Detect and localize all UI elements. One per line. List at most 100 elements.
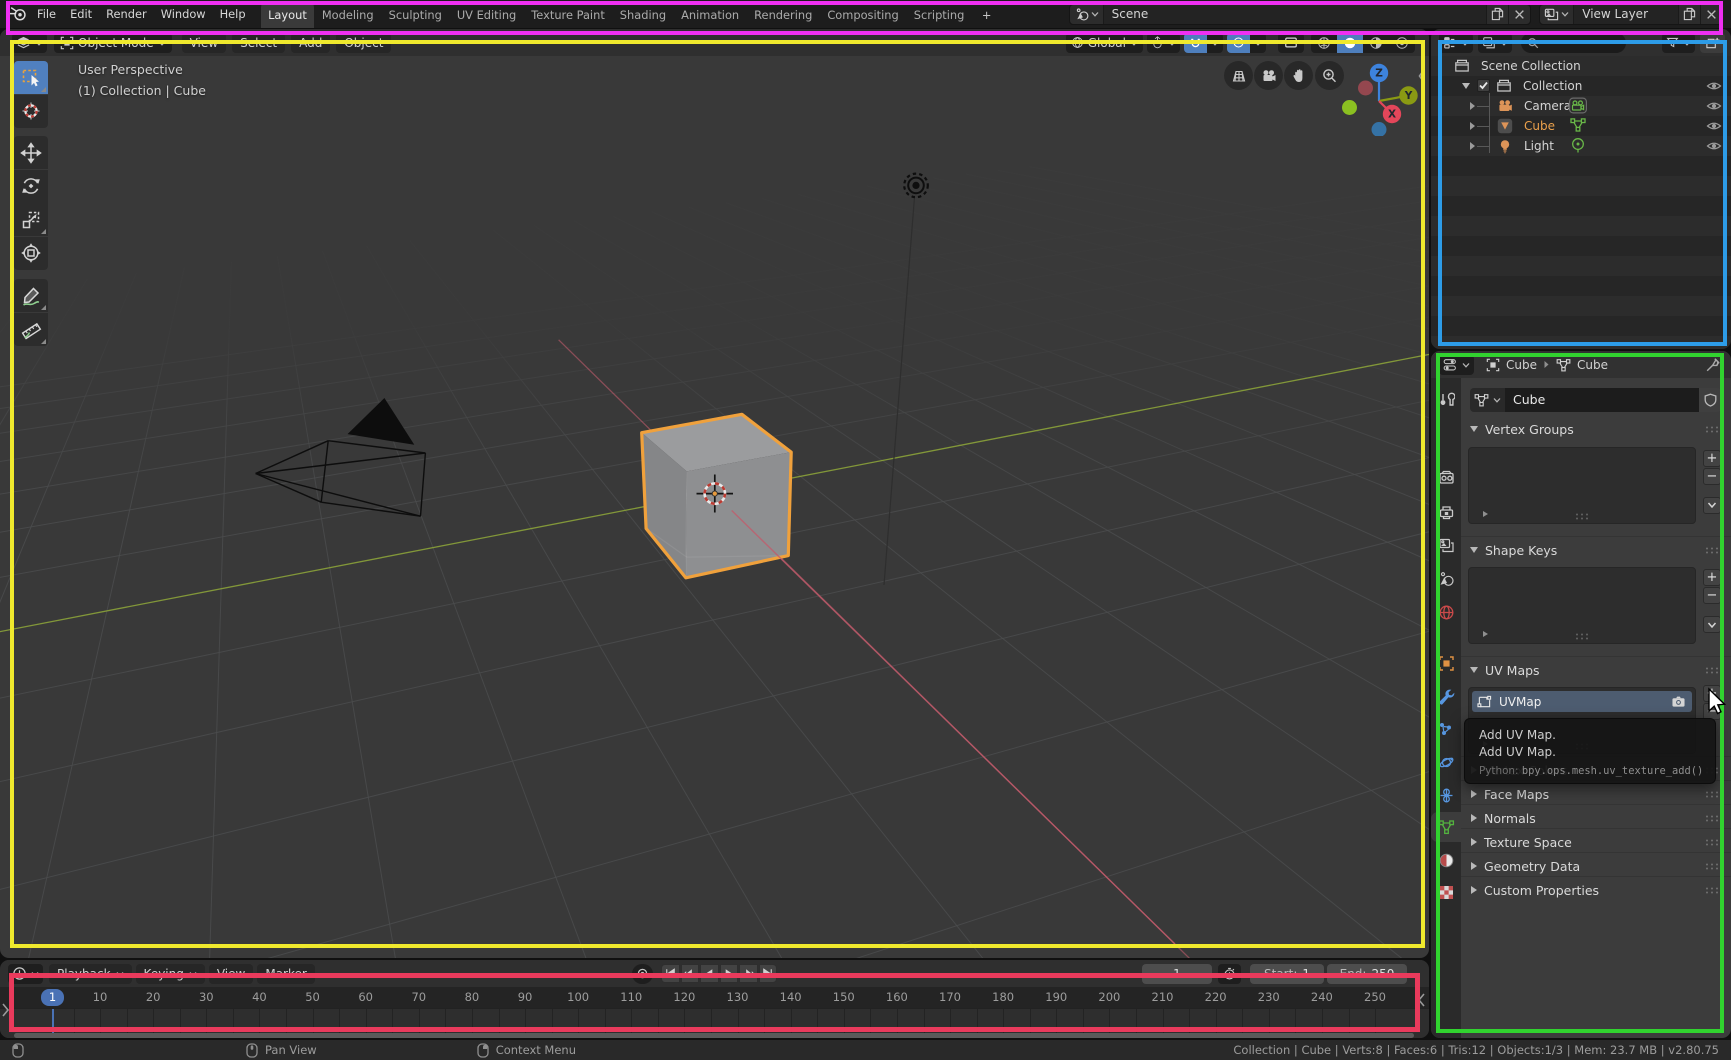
section-header-geometry-data[interactable]: Geometry Data [1467,854,1727,878]
outliner-filter-button[interactable] [1662,33,1695,53]
workspace-tab-uv-editing[interactable]: UV Editing [449,2,523,28]
outliner-item-camera[interactable]: Camera [1431,96,1731,116]
workspace-tab-texture-paint[interactable]: Texture Paint [524,2,613,28]
outliner-item-label[interactable]: Light [1524,139,1554,153]
jump-to-end-button[interactable] [759,964,778,983]
end-frame-field[interactable]: End:250 [1327,964,1407,984]
proportional-editing-toggle[interactable] [1227,33,1250,53]
tool-move-button[interactable] [14,136,48,169]
outliner-item-cube[interactable]: Cube [1431,116,1731,136]
shading-material-button[interactable] [1363,33,1389,53]
vertex-groups-remove-button[interactable]: − [1703,468,1721,485]
play-button[interactable] [720,964,739,983]
timeline-channel-area[interactable] [0,1008,1429,1038]
play-reverse-button[interactable] [700,964,719,983]
workspace-tab-rendering[interactable]: Rendering [747,2,820,28]
snap-options-button[interactable] [1207,33,1223,53]
menu-help[interactable]: Help [213,1,253,28]
section-header-texture-space[interactable]: Texture Space [1467,830,1727,854]
mesh-id-browse-button[interactable] [1470,388,1505,412]
properties-tab-data[interactable] [1431,812,1461,842]
properties-tab-modifiers[interactable] [1431,681,1461,711]
menu-window[interactable]: Window [154,1,213,28]
tool-annotate-button[interactable] [14,279,48,312]
outliner-item-light[interactable]: Light [1431,136,1731,156]
properties-tab-tool[interactable] [1431,384,1461,414]
breadcrumb-object-label[interactable]: Cube [1506,358,1537,372]
view-layer-browse-button[interactable] [1540,5,1574,24]
menu-file[interactable]: File [30,1,63,28]
shape-keys-remove-button[interactable]: − [1703,587,1721,604]
pin-icon[interactable] [1705,357,1721,373]
fake-user-shield-button[interactable] [1699,388,1721,412]
section-header-uv-maps[interactable]: UV Maps [1467,658,1727,682]
viewport-menu-add[interactable]: Add [291,33,330,53]
outliner-item-label[interactable]: Scene Collection [1481,59,1581,73]
scene-selector[interactable]: Scene [1069,4,1532,25]
sidebar-collapse-icon[interactable] [1417,65,1427,87]
properties-tab-material[interactable] [1431,845,1461,875]
snap-toggle[interactable] [1184,33,1207,53]
properties-tab-output[interactable] [1431,497,1461,527]
shape-keys-specials-button[interactable] [1703,616,1721,633]
collapse-right-icon[interactable] [1417,990,1426,1010]
visibility-eye-icon[interactable] [1706,79,1721,92]
timeline-menu-marker[interactable]: Marker [257,964,314,984]
tool-select-box-button[interactable] [14,61,48,94]
viewport-menu-object[interactable]: Object [336,33,391,53]
visibility-eye-icon[interactable] [1706,119,1721,132]
view-layer-delete-button[interactable] [1700,5,1722,24]
jump-to-next-keyframe-button[interactable] [739,964,758,983]
current-frame-field[interactable]: 1 [1142,964,1212,984]
start-frame-field[interactable]: Start:1 [1250,964,1324,984]
outliner-search-input[interactable] [1521,33,1626,53]
visibility-eye-icon[interactable] [1706,139,1721,152]
view-layer-selector[interactable]: View Layer [1539,4,1723,25]
properties-tab-world[interactable] [1431,597,1461,627]
3d-viewport[interactable]: Object Mode ViewSelectAddObject Global [0,29,1429,958]
workspace-tab-scripting[interactable]: Scripting [906,2,972,28]
proportional-options-button[interactable] [1250,33,1266,53]
show-overlays-toggle[interactable] [1278,33,1304,53]
properties-editor-type-button[interactable] [1439,355,1474,375]
section-header-custom-properties[interactable]: Custom Properties [1467,878,1727,902]
menu-render[interactable]: Render [99,1,154,28]
scene-browse-button[interactable] [1070,5,1104,24]
properties-tab-scene[interactable] [1431,564,1461,594]
toggle-grid-button[interactable] [1224,61,1253,90]
timeline-menu-keying[interactable]: Keying [136,964,205,984]
editor-type-button[interactable] [12,33,47,53]
auto-keying-toggle[interactable] [632,964,653,984]
vertex-groups-specials-button[interactable] [1703,497,1721,514]
shape-keys-add-button[interactable]: + [1703,569,1721,586]
timeline-scrollbar[interactable] [14,1033,1414,1038]
disclosure-triangle-icon[interactable] [1470,142,1475,150]
menu-edit[interactable]: Edit [63,1,99,28]
workspace-tab-modeling[interactable]: Modeling [314,2,381,28]
viewport-menu-view[interactable]: View [182,33,226,53]
properties-tab-object[interactable] [1431,648,1461,678]
outliner-item-label[interactable]: Collection [1523,79,1582,93]
outliner-item-label[interactable]: Cube [1524,119,1555,133]
tool-scale-button[interactable] [14,203,48,236]
shading-wireframe-button[interactable] [1311,33,1337,53]
properties-tab-texture[interactable] [1431,877,1461,907]
outliner-item-scene-collection[interactable]: Scene Collection [1431,56,1731,76]
section-header-vertex-groups[interactable]: Vertex Groups [1467,417,1727,441]
visibility-eye-icon[interactable] [1706,99,1721,112]
collection-checkbox[interactable] [1477,79,1490,92]
properties-tab-render[interactable] [1431,462,1461,492]
timeline-menu-playback[interactable]: Playback [49,964,132,984]
tool-transform-button[interactable] [14,237,48,270]
current-frame-indicator[interactable]: 1 [41,989,64,1006]
disclosure-triangle-icon[interactable] [1462,83,1470,89]
mode-selector[interactable]: Object Mode [54,33,172,53]
disclosure-triangle-icon[interactable] [1470,102,1475,110]
shading-rendered-button[interactable] [1389,33,1415,53]
scene-name[interactable]: Scene [1104,7,1157,21]
properties-tab-particles[interactable] [1431,714,1461,744]
properties-tab-physics[interactable] [1431,747,1461,777]
tool-rotate-button[interactable] [14,170,48,203]
breadcrumb-data-label[interactable]: Cube [1577,358,1608,372]
outliner-display-mode-button[interactable] [1478,33,1512,53]
